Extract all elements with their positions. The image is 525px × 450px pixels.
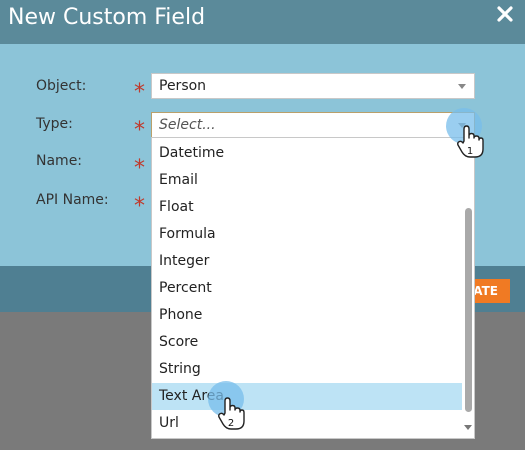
type-select[interactable]: Select... bbox=[151, 112, 475, 138]
close-icon[interactable] bbox=[497, 6, 513, 22]
name-required-marker: * bbox=[134, 156, 145, 181]
dropdown-option-formula[interactable]: Formula bbox=[152, 221, 462, 248]
type-select-placeholder: Select... bbox=[159, 117, 216, 133]
chevron-down-icon bbox=[458, 84, 466, 89]
object-select-value: Person bbox=[159, 78, 207, 94]
api-name-label: API Name: bbox=[36, 192, 109, 208]
hand-pointer-icon: 2 bbox=[218, 397, 245, 430]
dropdown-option-email[interactable]: Email bbox=[152, 167, 462, 194]
dropdown-option-string[interactable]: String bbox=[152, 356, 462, 383]
name-label: Name: bbox=[36, 153, 83, 169]
dropdown-option-percent[interactable]: Percent bbox=[152, 275, 462, 302]
dropdown-option-integer[interactable]: Integer bbox=[152, 248, 462, 275]
dropdown-option-phone[interactable]: Phone bbox=[152, 302, 462, 329]
dropdown-option-datetime[interactable]: Datetime bbox=[152, 140, 462, 167]
object-label: Object: bbox=[36, 78, 87, 94]
dropdown-option-url[interactable]: Url bbox=[152, 410, 462, 437]
api-name-required-marker: * bbox=[134, 194, 145, 219]
type-dropdown-list[interactable]: Datetime Email Float Formula Integer Per… bbox=[151, 137, 475, 439]
object-required-marker: * bbox=[134, 80, 145, 105]
dialog-title-bar: New Custom Field bbox=[0, 0, 525, 44]
type-required-marker: * bbox=[134, 118, 145, 143]
step-2-label: 2 bbox=[228, 418, 234, 429]
dropdown-option-float[interactable]: Float bbox=[152, 194, 462, 221]
step-1-label: 1 bbox=[467, 146, 473, 157]
type-label: Type: bbox=[36, 116, 73, 132]
dropdown-scrollbar-thumb[interactable] bbox=[465, 208, 472, 412]
scroll-down-arrow-icon[interactable] bbox=[464, 425, 472, 430]
hand-pointer-icon: 1 bbox=[457, 125, 484, 158]
dropdown-option-score[interactable]: Score bbox=[152, 329, 462, 356]
dropdown-option-text-area[interactable]: Text Area bbox=[152, 383, 462, 410]
object-select[interactable]: Person bbox=[151, 73, 475, 99]
dialog-title: New Custom Field bbox=[8, 5, 206, 30]
